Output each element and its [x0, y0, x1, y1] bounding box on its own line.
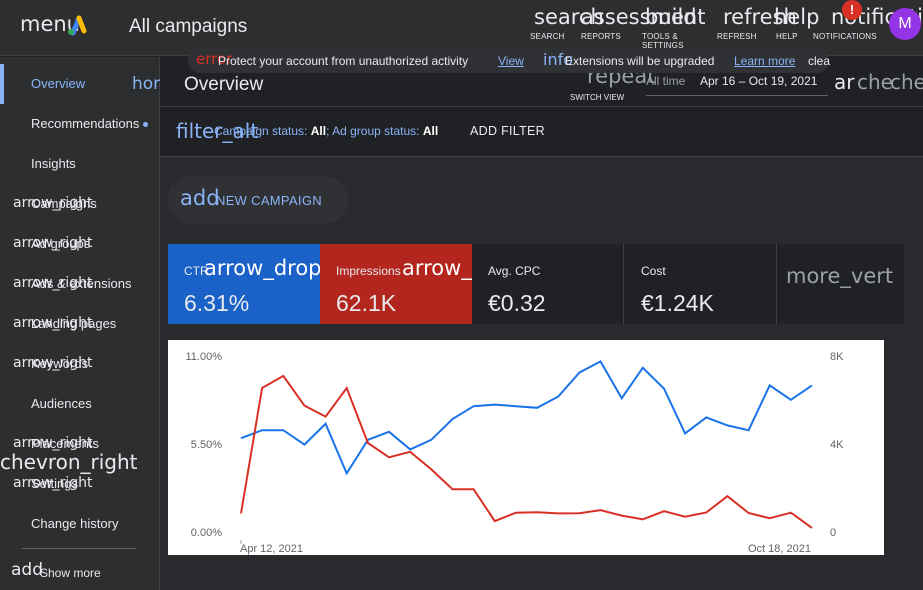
- avatar[interactable]: M: [889, 8, 921, 40]
- y-left-tick: 0.00%: [191, 527, 222, 539]
- sidebar-item-ads-extensions[interactable]: arrow_right Ads & extensions: [0, 264, 159, 304]
- refresh-icon: refresh: [723, 5, 797, 29]
- metric-card-impressions[interactable]: Impressions arrow_ 62.1K: [320, 244, 472, 324]
- y-right-tick: 0: [830, 527, 836, 539]
- build-icon: build: [645, 5, 697, 29]
- section-title: Overview: [184, 74, 264, 95]
- page-title: All campaigns: [129, 16, 248, 37]
- arrow-drop-down-icon[interactable]: arrow_drop: [204, 256, 322, 280]
- tools-settings-button[interactable]: build TOOLS & SETTINGS: [642, 5, 697, 50]
- chevron-icon[interactable]: che: [890, 72, 923, 92]
- filter-chip[interactable]: Campaign status: All; Ad group status: A…: [214, 124, 438, 138]
- chevron-right-icon[interactable]: chevron_right: [0, 452, 138, 472]
- performance-chart-svg: 11.00% 5.50% 0.00% 8K 4K 0 Apr 12, 2021 …: [186, 351, 845, 555]
- more-vert-icon[interactable]: more_vert: [786, 266, 893, 287]
- arrow-drop-down-icon[interactable]: arrow_: [402, 256, 472, 280]
- metric-card-avg-cpc[interactable]: Avg. CPC €0.32: [472, 244, 624, 324]
- add-icon: add: [180, 186, 220, 210]
- y-left-tick: 11.00%: [186, 351, 223, 363]
- assessment-icon: assessment: [581, 5, 706, 29]
- add-icon: add: [11, 560, 43, 580]
- notification-banner: error Protect your account from unauthor…: [188, 48, 830, 73]
- sidebar-item-change-history[interactable]: Change history: [0, 504, 159, 544]
- close-icon[interactable]: clea: [808, 54, 830, 68]
- help-button[interactable]: help HELP: [774, 5, 820, 41]
- metric-card-ctr[interactable]: CTR arrow_drop 6.31%: [168, 244, 322, 324]
- sidebar-item-landing-pages[interactable]: arrow_right Landing pages: [0, 304, 159, 344]
- learn-more-link[interactable]: Learn more: [734, 54, 795, 68]
- sidebar-divider: [22, 548, 136, 549]
- y-right-tick: 4K: [830, 439, 844, 451]
- add-filter-button[interactable]: ADD FILTER: [470, 124, 545, 138]
- y-left-tick: 5.50%: [191, 439, 222, 451]
- view-link[interactable]: View: [498, 54, 524, 68]
- sidebar-nav: Overview Recommendations Insights arrow_…: [0, 57, 160, 590]
- check-icon[interactable]: che: [857, 72, 893, 92]
- notification-badge: !: [842, 0, 862, 20]
- new-campaign-button[interactable]: add NEW CAMPAIGN: [167, 176, 348, 224]
- metric-card-cost[interactable]: Cost €1.24K: [625, 244, 777, 324]
- show-more-button[interactable]: add Show more: [0, 553, 159, 590]
- x-tick-label: Apr 12, 2021: [240, 543, 303, 555]
- performance-chart: 11.00% 5.50% 0.00% 8K 4K 0 Apr 12, 2021 …: [168, 340, 884, 555]
- archive-icon[interactable]: ar: [834, 72, 854, 92]
- help-icon: help: [774, 5, 820, 29]
- reports-button[interactable]: assessment REPORTS: [581, 5, 706, 41]
- search-icon: search: [534, 5, 604, 29]
- y-right-tick: 8K: [830, 351, 844, 363]
- search-button[interactable]: search SEARCH: [530, 5, 604, 41]
- sidebar-item-keywords[interactable]: arrow_right Keywords: [0, 344, 159, 384]
- new-dot-icon: [143, 122, 149, 128]
- sidebar-item-ad-groups[interactable]: arrow_right Ad groups: [0, 224, 159, 264]
- x-tick-label: Oct 18, 2021: [748, 543, 811, 555]
- sidebar-item-campaigns[interactable]: arrow_right Campaigns: [0, 184, 159, 224]
- sidebar-item-audiences[interactable]: Audiences: [0, 384, 159, 424]
- home-icon[interactable]: hor: [132, 76, 160, 93]
- refresh-button[interactable]: refresh REFRESH: [717, 5, 797, 41]
- google-ads-logo-icon: [68, 15, 87, 36]
- sidebar-item-insights[interactable]: Insights: [0, 144, 159, 184]
- metric-cards: CTR arrow_drop 6.31% Impressions arrow_ …: [168, 244, 904, 324]
- series-line-impressions: [240, 374, 813, 529]
- series-line-ctr: [240, 360, 813, 476]
- sidebar-item-recommendations[interactable]: Recommendations: [0, 104, 159, 144]
